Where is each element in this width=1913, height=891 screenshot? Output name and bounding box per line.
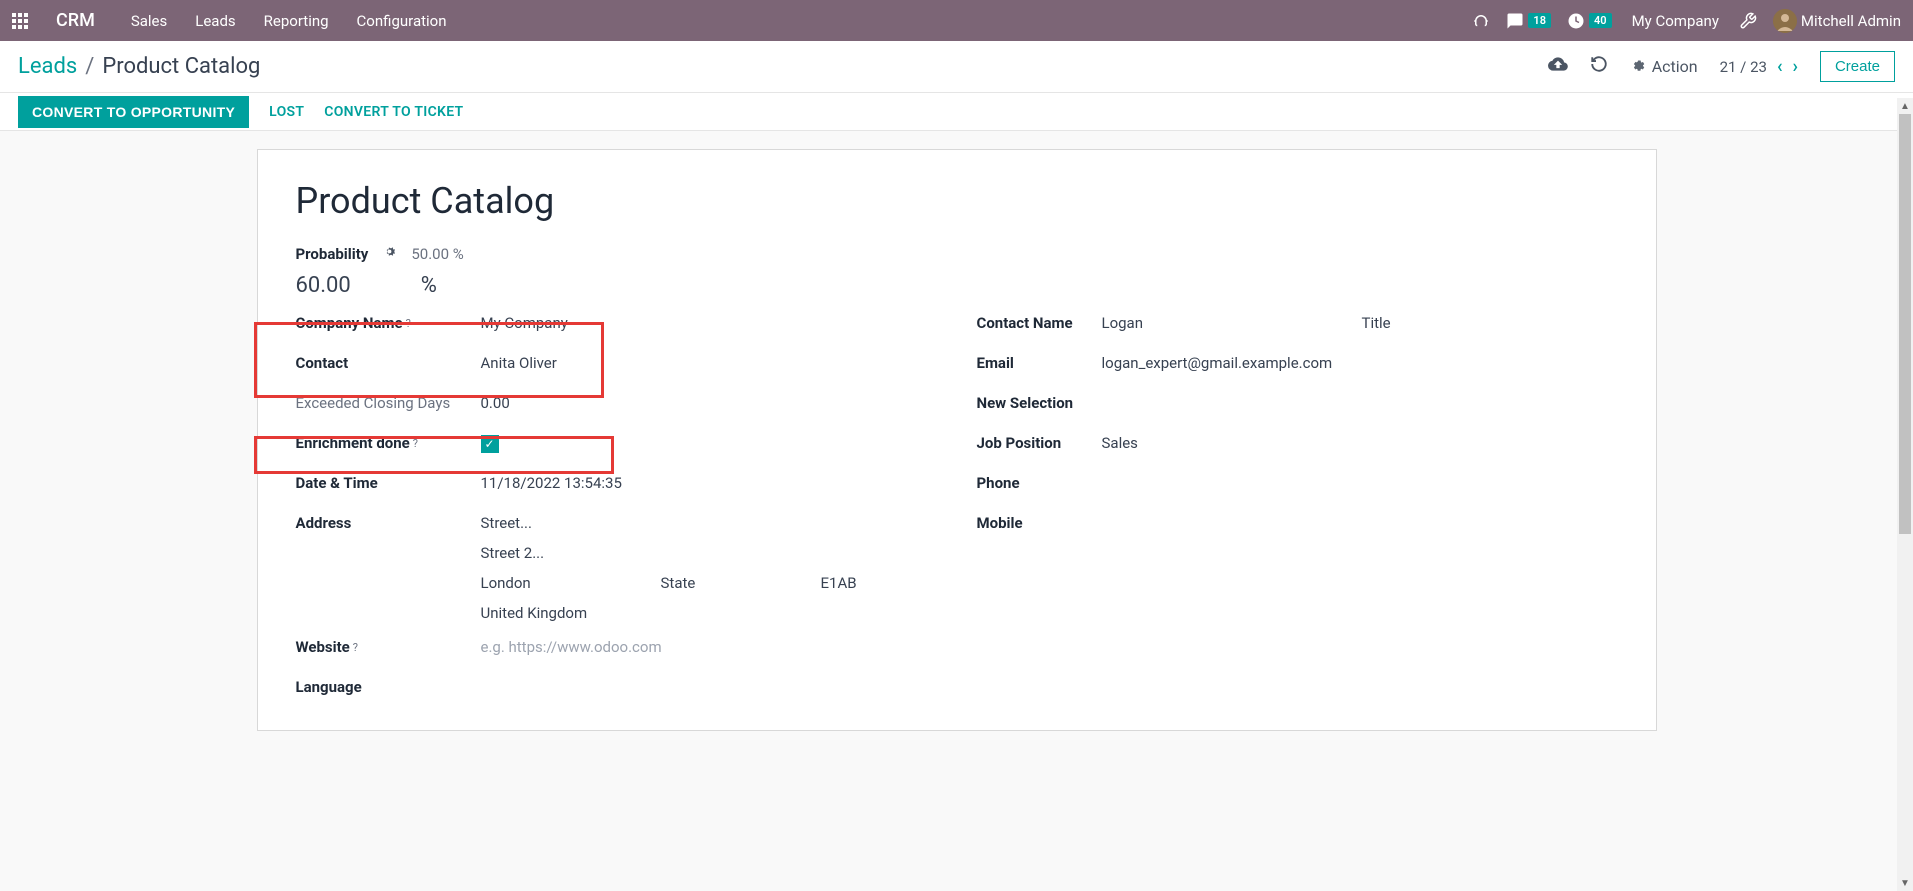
- city-input[interactable]: London: [481, 574, 661, 592]
- activities-icon[interactable]: 40: [1567, 12, 1612, 30]
- nav-configuration[interactable]: Configuration: [353, 8, 451, 34]
- street-input[interactable]: Street...: [481, 514, 937, 532]
- pager-next-icon[interactable]: ›: [1793, 56, 1798, 77]
- help-icon[interactable]: ?: [413, 437, 418, 450]
- messages-badge: 18: [1528, 13, 1551, 28]
- check-icon[interactable]: ✓: [481, 435, 499, 453]
- brand-label[interactable]: CRM: [56, 10, 95, 31]
- contact-label: Contact: [296, 354, 481, 372]
- title-input[interactable]: Title: [1362, 314, 1391, 332]
- gear-icon[interactable]: [382, 244, 397, 263]
- user-menu[interactable]: Mitchell Admin: [1773, 9, 1901, 33]
- form-left-column: Company Name? My Company Contact Anita O…: [296, 306, 937, 710]
- action-menu[interactable]: Action: [1630, 57, 1698, 76]
- exceeded-value[interactable]: 0.00: [481, 394, 937, 412]
- nav-sales[interactable]: Sales: [127, 8, 171, 34]
- job-label: Job Position: [977, 434, 1102, 452]
- new-selection-label: New Selection: [977, 394, 1102, 412]
- discard-icon[interactable]: [1590, 55, 1608, 78]
- breadcrumb-parent[interactable]: Leads: [18, 54, 77, 79]
- convert-opportunity-button[interactable]: CONVERT TO OPPORTUNITY: [18, 96, 249, 128]
- action-label: Action: [1652, 57, 1698, 76]
- probability-unit: %: [421, 273, 437, 298]
- probability-label: Probability: [296, 245, 369, 263]
- enrichment-value[interactable]: ✓: [481, 434, 937, 453]
- company-switcher[interactable]: My Company: [1628, 8, 1723, 34]
- enrichment-label: Enrichment done?: [296, 434, 481, 452]
- convert-ticket-button[interactable]: CONVERT TO TICKET: [324, 104, 463, 120]
- subheader: Leads / Product Catalog Action 21 / 23 ‹…: [0, 41, 1913, 93]
- scroll-down-icon[interactable]: ▼: [1897, 875, 1913, 891]
- help-icon[interactable]: ?: [353, 641, 358, 654]
- exceeded-label: Exceeded Closing Days: [296, 394, 481, 412]
- breadcrumb: Leads / Product Catalog: [18, 54, 260, 79]
- datetime-label: Date & Time: [296, 474, 481, 492]
- website-label: Website?: [296, 638, 481, 656]
- mobile-label: Mobile: [977, 514, 1102, 532]
- company-name-value[interactable]: My Company: [481, 314, 937, 332]
- email-label: Email: [977, 354, 1102, 372]
- create-button[interactable]: Create: [1820, 51, 1895, 82]
- phone-label: Phone: [977, 474, 1102, 492]
- nav-reporting[interactable]: Reporting: [260, 8, 333, 34]
- breadcrumb-current: Product Catalog: [102, 54, 260, 79]
- lost-button[interactable]: LOST: [269, 104, 304, 120]
- form-sheet: Product Catalog Probability 50.00 % 60.0…: [257, 149, 1657, 731]
- cloud-upload-icon[interactable]: [1548, 54, 1568, 79]
- pager: 21 / 23 ‹ ›: [1720, 56, 1798, 77]
- language-label: Language: [296, 678, 481, 696]
- messages-icon[interactable]: 18: [1506, 12, 1551, 30]
- status-bar: CONVERT TO OPPORTUNITY LOST CONVERT TO T…: [0, 93, 1913, 131]
- website-input[interactable]: e.g. https://www.odoo.com: [481, 638, 937, 656]
- job-value[interactable]: Sales: [1102, 434, 1618, 452]
- voip-icon[interactable]: [1472, 12, 1490, 30]
- form-right-column: Contact Name Logan Title Email logan_exp…: [977, 306, 1618, 710]
- country-input[interactable]: United Kingdom: [481, 604, 937, 622]
- scroll-thumb[interactable]: [1899, 114, 1911, 534]
- debug-icon[interactable]: [1739, 12, 1757, 30]
- contact-value[interactable]: Anita Oliver: [481, 354, 937, 372]
- email-value[interactable]: logan_expert@gmail.example.com: [1102, 354, 1618, 372]
- probability-value[interactable]: 60.00: [296, 273, 351, 298]
- help-icon[interactable]: ?: [406, 317, 411, 330]
- user-name: Mitchell Admin: [1801, 12, 1901, 30]
- nav-leads[interactable]: Leads: [191, 8, 239, 34]
- probability-default: 50.00 %: [411, 245, 463, 263]
- pager-prev-icon[interactable]: ‹: [1777, 56, 1783, 77]
- datetime-value[interactable]: 11/18/2022 13:54:35: [481, 474, 937, 492]
- scrollbar[interactable]: ▲ ▼: [1897, 98, 1913, 891]
- content-area: Product Catalog Probability 50.00 % 60.0…: [0, 131, 1913, 731]
- record-title[interactable]: Product Catalog: [296, 180, 1618, 222]
- state-input[interactable]: State: [661, 574, 821, 592]
- contact-name-value[interactable]: Logan: [1102, 314, 1362, 332]
- street2-input[interactable]: Street 2...: [481, 544, 937, 562]
- avatar: [1773, 9, 1797, 33]
- zip-input[interactable]: E1AB: [821, 574, 857, 592]
- pager-text[interactable]: 21 / 23: [1720, 58, 1767, 76]
- contact-name-label: Contact Name: [977, 314, 1102, 332]
- address-label: Address: [296, 514, 481, 532]
- company-name-label: Company Name?: [296, 314, 481, 332]
- top-nav: CRM Sales Leads Reporting Configuration …: [0, 0, 1913, 41]
- breadcrumb-sep: /: [85, 54, 94, 79]
- scroll-up-icon[interactable]: ▲: [1897, 98, 1913, 114]
- activities-badge: 40: [1589, 13, 1612, 28]
- apps-icon[interactable]: [12, 13, 28, 29]
